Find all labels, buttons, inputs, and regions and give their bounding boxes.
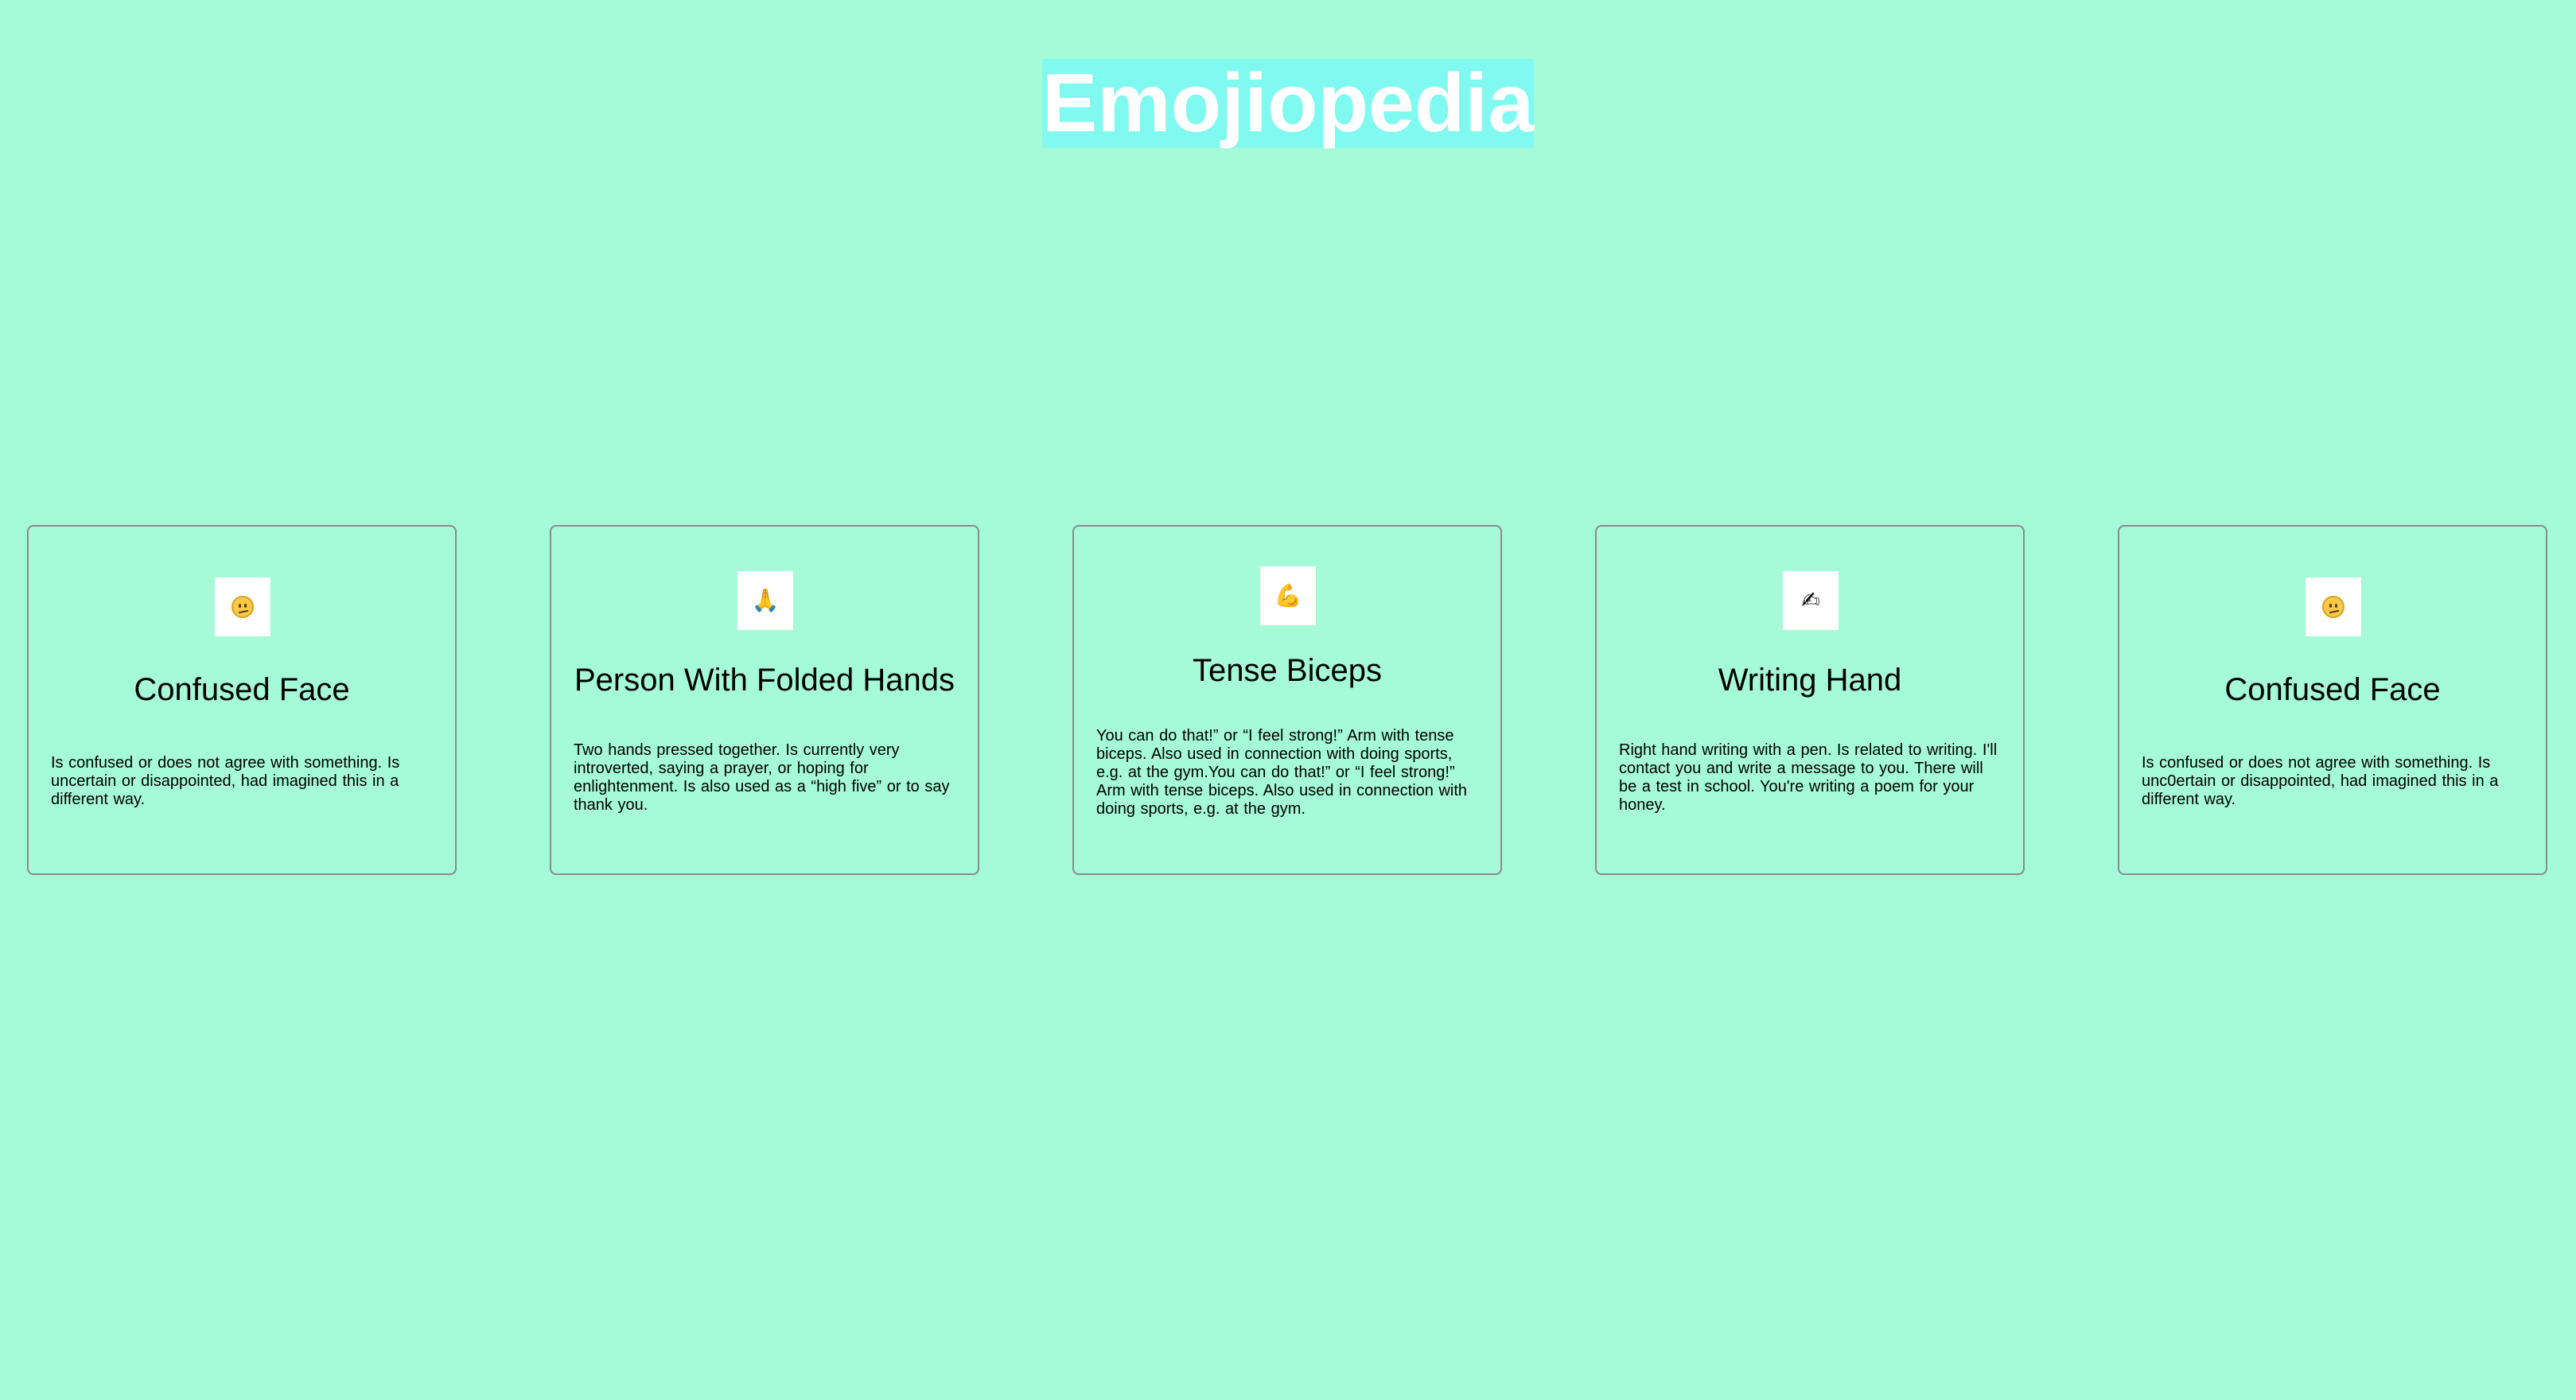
emoji-card-description: Is confused or does not agree with somet… <box>2142 754 2499 808</box>
emoji-card-description: Two hands pressed together. Is currently… <box>574 741 950 814</box>
emoji-card-title: Confused Face <box>134 672 350 707</box>
emoji-card-title: Person With Folded Hands <box>574 663 955 698</box>
folded-hands-icon: 🙏 <box>737 571 793 630</box>
emoji-card: Confused Face Is confused or does not ag… <box>27 525 457 875</box>
emoji-card: ✍ Writing Hand Right hand writing with a… <box>1595 525 2025 875</box>
emoji-card-title: Writing Hand <box>1718 663 1902 698</box>
emoji-card-title: Confused Face <box>2224 672 2441 707</box>
confused-face-icon <box>2306 578 2361 636</box>
page-title: Emojiopedia <box>1041 57 1535 150</box>
header: Emojiopedia <box>0 59 2576 148</box>
confused-face-icon <box>215 578 270 636</box>
emoji-card-description: Is confused or does not agree with somet… <box>51 754 400 808</box>
emoji-card: Confused Face Is confused or does not ag… <box>2118 525 2547 875</box>
emoji-card-title: Tense Biceps <box>1193 653 1382 688</box>
emoji-card-description: Right hand writing with a pen. Is relate… <box>1619 741 1998 814</box>
emoji-card-description: You can do that!” or “I feel strong!” Ar… <box>1096 727 1468 818</box>
writing-hand-icon: ✍ <box>1783 571 1839 630</box>
emoji-card: 🙏 Person With Folded Hands Two hands pre… <box>550 525 979 875</box>
emoji-card: 💪 Tense Biceps You can do that!” or “I f… <box>1072 525 1502 875</box>
flexed-biceps-icon: 💪 <box>1260 566 1316 625</box>
